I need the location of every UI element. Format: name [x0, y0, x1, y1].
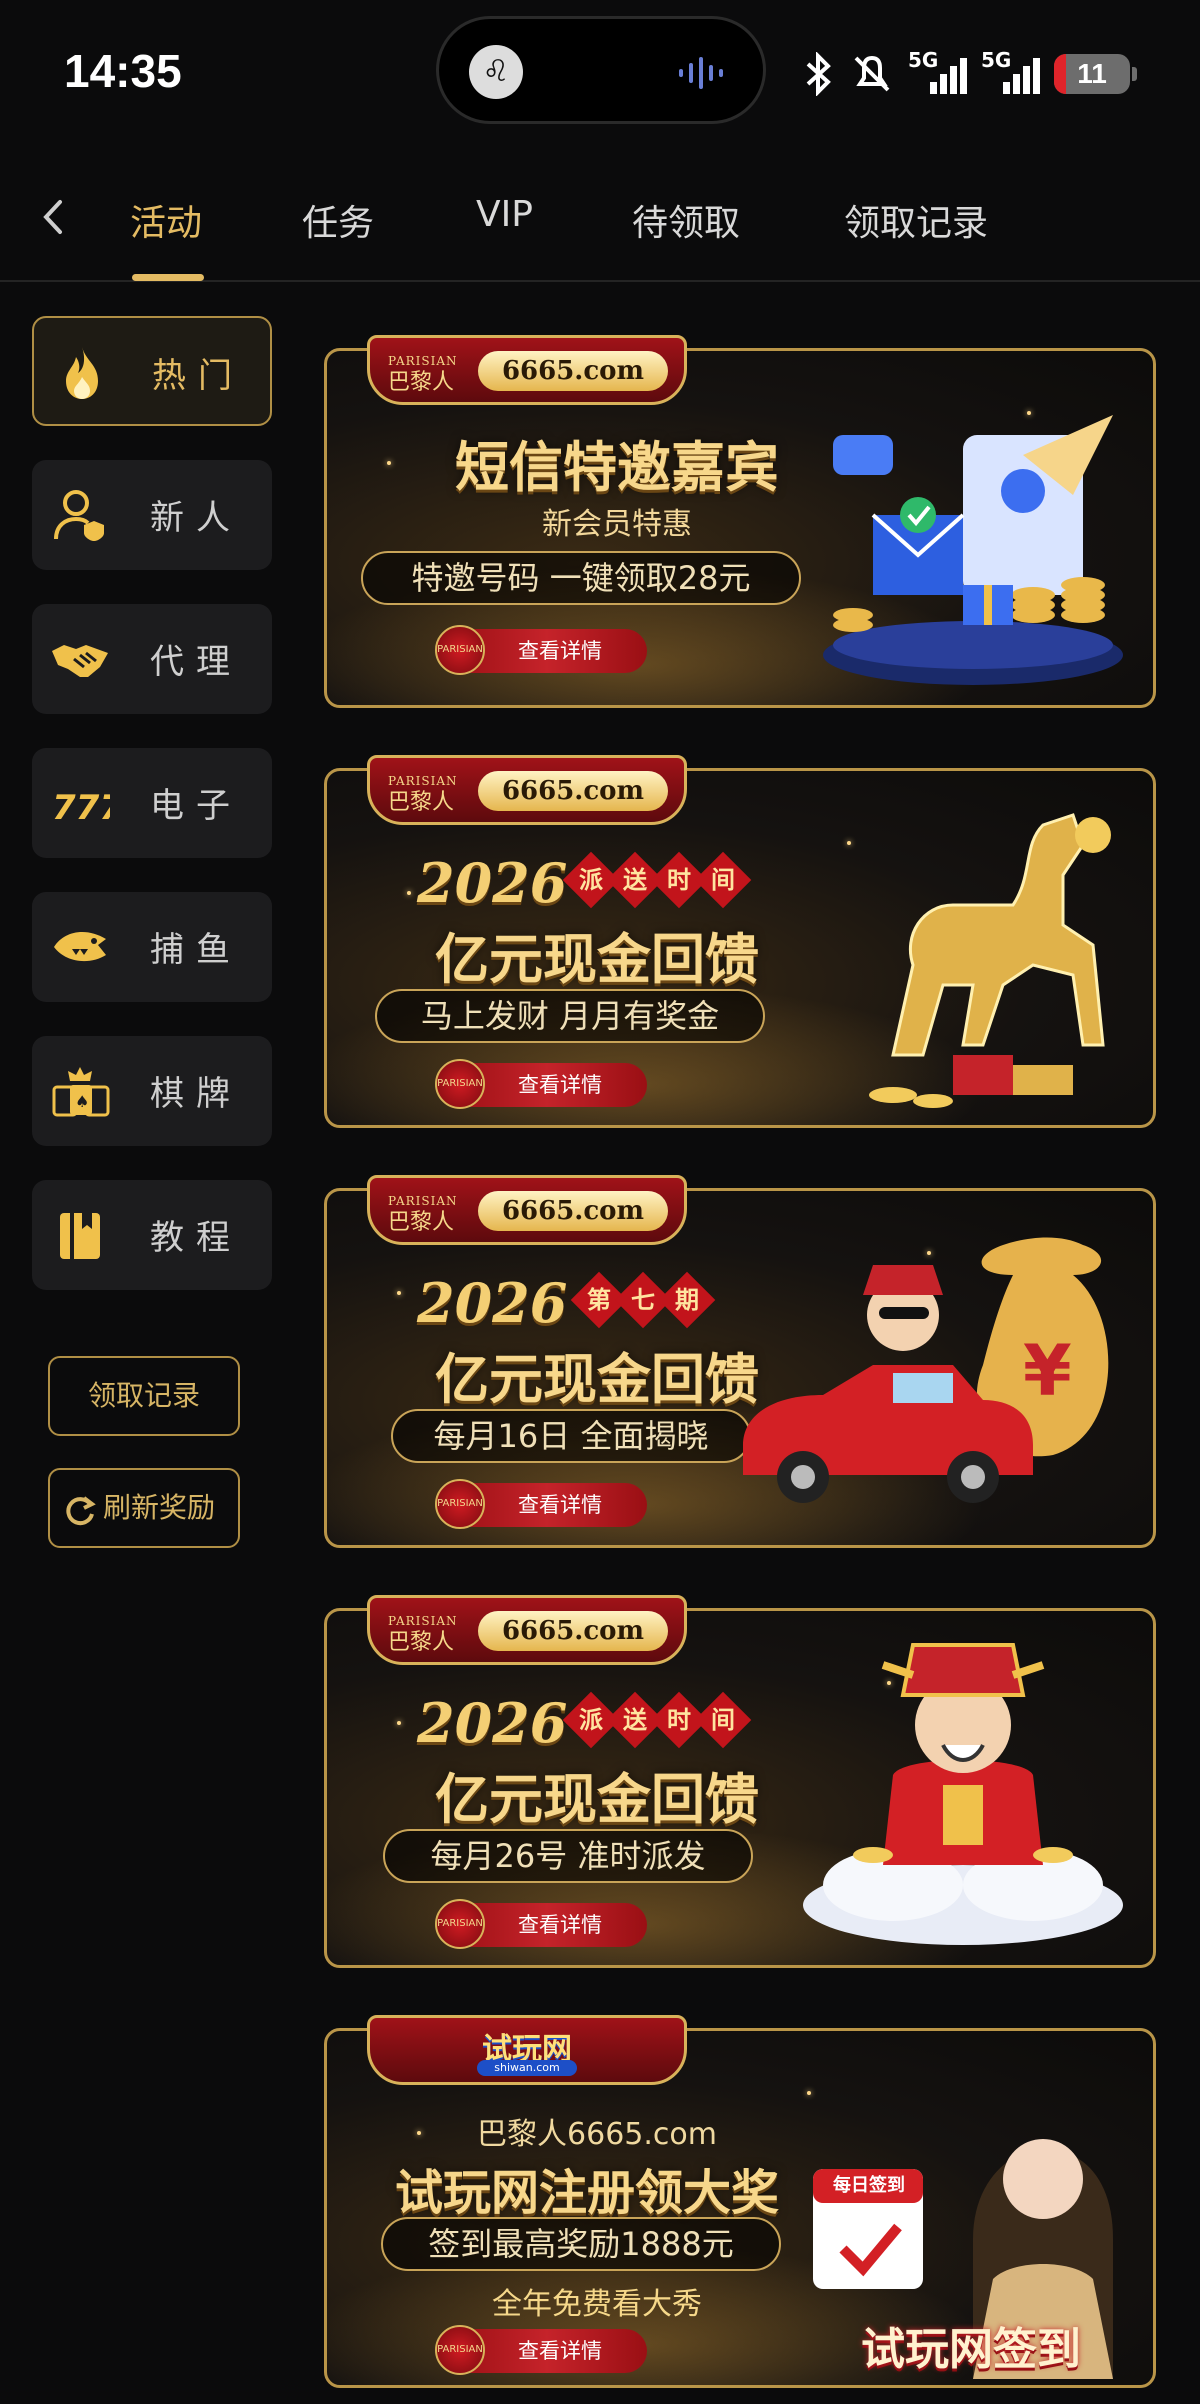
trial-site-plaque: 试玩网 shiwan.com — [367, 2015, 687, 2085]
status-icons: 5G 5G 11 — [802, 44, 1137, 104]
sidebar-item-label: 新人 — [150, 498, 242, 538]
parisian-coin-icon: PARISIAN — [435, 1479, 485, 1529]
sidebar-item-fishing[interactable]: 捕鱼 — [32, 892, 272, 1002]
banner-tag: 派送时间 — [562, 851, 752, 909]
parisian-coin-icon: PARISIAN — [435, 625, 485, 675]
sidebar-item-label: 电子 — [150, 786, 242, 826]
tab-activities[interactable]: 活动 — [130, 194, 202, 254]
flame-icon — [66, 347, 98, 399]
sidebar-item-label: 捕鱼 — [150, 930, 242, 970]
mute-bell-icon — [854, 55, 890, 92]
new-user-icon — [54, 490, 104, 541]
sidebar-item-newcomer[interactable]: 新人 — [32, 460, 272, 570]
book-icon — [60, 1213, 100, 1259]
brand-plaque: PARISIAN 巴黎人 6665.com — [367, 1595, 687, 1665]
clock: 14:35 — [64, 45, 182, 97]
parisian-coin-icon: PARISIAN — [435, 2325, 485, 2375]
banner-year: 2026 — [417, 851, 568, 915]
sidebar-item-hot[interactable]: 热门 — [32, 316, 272, 426]
audio-wave-icon — [679, 57, 723, 89]
tab-claim-records[interactable]: 领取记录 — [844, 194, 988, 254]
signal-1-icon: 5G — [908, 48, 967, 94]
banner-year: 2026 — [417, 1271, 568, 1335]
shark-icon — [54, 932, 106, 962]
promo-banner-trial-site[interactable]: 巴黎人6665.com 试玩网注册领大奖 签到最高奖励1888元 全年免费看大秀… — [324, 2015, 1156, 2388]
promo-banner-cash-back-26th[interactable]: 2026 派送时间 亿元现金回馈 每月26号 准时派发 PARISIAN 查看详… — [324, 1595, 1156, 1968]
banner-pill: 每月16日 全面揭晓 — [391, 1409, 751, 1463]
handshake-icon — [52, 645, 108, 677]
status-bar: 14:35 ♌ 5G 5G 11 — [0, 0, 1200, 150]
brand-plaque: PARISIAN 巴黎人 6665.com — [367, 755, 687, 825]
banner-title: 亿元现金回馈 — [435, 1768, 759, 1831]
banner-title: 试玩网注册领大奖 — [394, 2165, 779, 2221]
parisian-coin-icon: PARISIAN — [435, 1899, 485, 1949]
god-of-wealth-cloud-illustration — [803, 1643, 1123, 1945]
promo-banner-cash-back-phase7[interactable]: 2026 第七期 亿元现金回馈 每月16日 全面揭晓 PARISIAN 查看详情… — [324, 1175, 1156, 1548]
bluetooth-icon — [806, 52, 831, 96]
sidebar-item-cards[interactable]: ♠ 棋牌 — [32, 1036, 272, 1146]
active-tab-indicator — [132, 274, 204, 281]
sidebar-item-label: 代理 — [150, 642, 242, 682]
view-details-button[interactable]: PARISIAN 查看详情 — [435, 1059, 647, 1109]
refresh-icon — [66, 1496, 96, 1526]
view-details-button[interactable]: PARISIAN 查看详情 — [435, 1899, 647, 1949]
signal-2-icon: 5G — [981, 48, 1040, 94]
art-caption: 试玩网签到 — [861, 2324, 1081, 2375]
sidebar-item-label: 教程 — [150, 1218, 242, 1258]
svg-text:¥: ¥ — [1023, 1330, 1072, 1412]
claim-records-button[interactable]: 领取记录 — [48, 1356, 240, 1436]
sidebar-item-agent[interactable]: 代理 — [32, 604, 272, 714]
view-details-button[interactable]: PARISIAN 查看详情 — [435, 1479, 647, 1529]
sign-in-illustration: 每日签到 试玩网签到 — [803, 2059, 1143, 2379]
message-envelope-illustration — [823, 415, 1123, 685]
view-details-button[interactable]: PARISIAN 查看详情 — [435, 2325, 647, 2375]
back-chevron-icon[interactable] — [34, 192, 74, 242]
cards-icon: ♠ — [52, 1067, 110, 1117]
banner-pill: 签到最高奖励1888元 — [381, 2217, 781, 2271]
tab-pending[interactable]: 待领取 — [632, 194, 740, 254]
refresh-rewards-label: 刷新奖励 — [102, 1491, 215, 1524]
banner-title: 亿元现金回馈 — [435, 928, 759, 991]
sidebar-item-tutorial[interactable]: 教程 — [32, 1180, 272, 1290]
sidebar-item-slots[interactable]: 777 电子 — [32, 748, 272, 858]
sidebar-item-label: 热门 — [152, 356, 244, 396]
banner-year: 2026 — [417, 1691, 568, 1755]
refresh-rewards-button[interactable]: 刷新奖励 — [48, 1468, 240, 1548]
banner-pill: 每月26号 准时派发 — [383, 1829, 753, 1883]
trial-site-domain: shiwan.com — [477, 2060, 577, 2076]
parisian-coin-icon: PARISIAN — [435, 1059, 485, 1109]
promo-banner-cash-back-horse[interactable]: 2026 派送时间 亿元现金回馈 马上发财 月月有奖金 PARISIAN 查看详… — [324, 755, 1156, 1128]
banner-pill: 马上发财 月月有奖金 — [375, 989, 765, 1043]
brand-plaque: PARISIAN 巴黎人 6665.com — [367, 335, 687, 405]
god-of-wealth-car-illustration: ¥ — [743, 1237, 1109, 1503]
banner-subtitle: 全年免费看大秀 — [492, 2287, 702, 2322]
sidebar-item-label: 棋牌 — [150, 1074, 242, 1114]
battery-indicator: 11 — [1054, 54, 1137, 94]
tab-tasks[interactable]: 任务 — [302, 194, 374, 254]
slot-777-icon: 777 — [52, 788, 110, 828]
banner-tag: 派送时间 — [562, 1691, 752, 1749]
svg-text:♠: ♠ — [75, 1092, 89, 1111]
dynamic-island[interactable]: ♌ — [436, 16, 766, 124]
banner-title: 短信特邀嘉宾 — [455, 436, 779, 499]
svg-text:777: 777 — [52, 788, 110, 828]
banner-tag: 第七期 — [570, 1271, 716, 1329]
lion-avatar-icon: ♌ — [469, 45, 523, 99]
banner-subtitle: 新会员特惠 — [542, 507, 692, 542]
banner-pill: 特邀号码 一键领取28元 — [361, 551, 801, 605]
calendar-label: 每日签到 — [833, 2175, 905, 2196]
promo-banner-sms-guest[interactable]: 短信特邀嘉宾 新会员特惠 特邀号码 一键领取28元 PARISIAN 查看详情 — [324, 335, 1156, 708]
banner-site-line: 巴黎人6665.com — [477, 2117, 717, 2152]
golden-horse-illustration — [869, 813, 1111, 1108]
brand-plaque: PARISIAN 巴黎人 6665.com — [367, 1175, 687, 1245]
tab-vip[interactable]: VIP — [476, 194, 533, 254]
view-details-button[interactable]: PARISIAN 查看详情 — [435, 625, 647, 675]
top-tab-bar: 活动 任务 VIP 待领取 领取记录 — [0, 170, 1200, 282]
